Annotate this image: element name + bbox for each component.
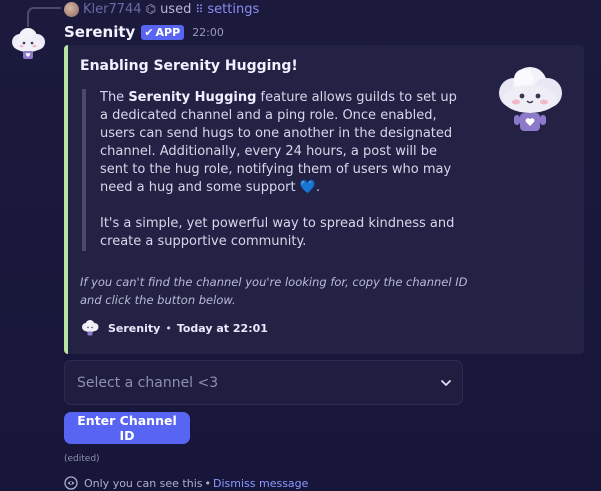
avatar[interactable] bbox=[8, 24, 48, 64]
message-header: Serenity ✔ APP 22:00 bbox=[64, 23, 224, 41]
author-name[interactable]: Serenity bbox=[64, 23, 135, 41]
command-icon: ⌬ bbox=[145, 2, 157, 16]
embed-paragraph-1: The Serenity Hugging feature allows guil… bbox=[100, 89, 462, 197]
enter-channel-id-button[interactable]: Enter Channel ID bbox=[64, 412, 190, 444]
ephemeral-separator: • bbox=[204, 476, 212, 490]
intro-rest: feature allows guilds to set up a dedica… bbox=[100, 90, 457, 195]
reply-avatar[interactable] bbox=[64, 1, 79, 17]
intro-text: The bbox=[100, 90, 129, 105]
embed: Enabling Serenity Hugging! The Serenity … bbox=[64, 45, 584, 354]
embed-note: If you can't find the channel you're loo… bbox=[80, 275, 468, 307]
chevron-down-icon bbox=[441, 379, 451, 386]
channel-select[interactable]: Select a channel <3 bbox=[64, 360, 463, 405]
edited-label: (edited) bbox=[64, 454, 100, 464]
message-timestamp[interactable]: 22:00 bbox=[192, 26, 224, 39]
footer-separator: • bbox=[165, 321, 172, 335]
period: . bbox=[315, 180, 321, 195]
footer-avatar-icon bbox=[82, 320, 99, 336]
reply-command[interactable]: settings bbox=[207, 2, 259, 17]
embed-title: Enabling Serenity Hugging! bbox=[80, 58, 298, 74]
ephemeral-text: Only you can see this bbox=[84, 476, 203, 490]
slash-command-icon: ⠿ bbox=[195, 2, 204, 16]
ephemeral-notice: Only you can see this • Dismiss message bbox=[64, 476, 308, 490]
app-badge: ✔ APP bbox=[141, 24, 185, 40]
reply-context[interactable]: Kler7744 ⌬ used ⠿ settings bbox=[64, 1, 259, 17]
reply-used-text: used bbox=[160, 1, 192, 17]
dismiss-message-link[interactable]: Dismiss message bbox=[213, 477, 308, 490]
reply-username[interactable]: Kler7744 bbox=[83, 2, 142, 17]
embed-paragraph-2: It's a simple, yet powerful way to sprea… bbox=[100, 216, 455, 249]
eye-icon bbox=[64, 476, 78, 490]
embed-description: The Serenity Hugging feature allows guil… bbox=[82, 89, 462, 251]
check-icon: ✔ bbox=[144, 25, 154, 39]
embed-footer: Serenity • Today at 22:01 bbox=[80, 318, 268, 338]
feature-name: Serenity Hugging bbox=[128, 90, 257, 105]
embed-thumbnail[interactable] bbox=[490, 59, 570, 139]
footer-time: Today at 22:01 bbox=[176, 321, 268, 335]
footer-name: Serenity bbox=[108, 321, 161, 335]
message-container: Kler7744 ⌬ used ⠿ settings Serenity ✔ AP… bbox=[0, 0, 601, 491]
blue-heart-icon: 💙 bbox=[299, 180, 316, 195]
app-badge-label: APP bbox=[155, 25, 181, 39]
channel-select-placeholder: Select a channel <3 bbox=[77, 374, 219, 391]
